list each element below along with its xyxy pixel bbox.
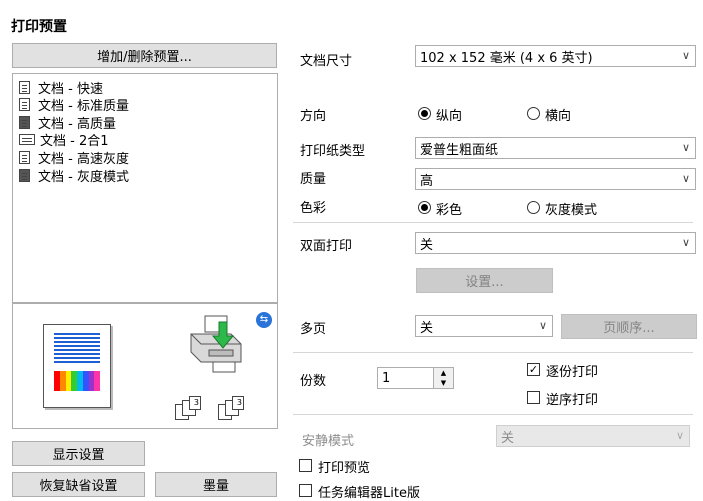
document-icon xyxy=(19,116,30,129)
collate-checkbox[interactable]: ✓ xyxy=(527,363,540,376)
preview-text-line xyxy=(54,341,100,343)
list-item[interactable]: 文档 - 2合1 xyxy=(19,131,109,149)
preview-text-line xyxy=(54,333,100,335)
chevron-down-icon: ∨ xyxy=(675,429,684,442)
paper-type-label: 打印纸类型 xyxy=(300,144,366,159)
ink-levels-button[interactable]: 墨量 xyxy=(155,472,277,497)
list-item[interactable]: 文档 - 高质量 xyxy=(19,114,116,132)
grayscale-option-label: 灰度模式 xyxy=(545,203,598,218)
document-icon xyxy=(19,169,30,182)
quality-label: 质量 xyxy=(300,172,327,187)
portrait-radio[interactable] xyxy=(418,107,431,120)
preview-text-line xyxy=(54,361,100,363)
add-remove-presets-button[interactable]: 增加/删除预置... xyxy=(12,43,277,68)
color-radio[interactable] xyxy=(418,201,431,214)
preview-text-line xyxy=(54,349,100,351)
preview-color-band xyxy=(94,371,100,391)
preview-text-line xyxy=(54,353,100,355)
print-preview-panel: ⇆ 3 3 xyxy=(12,303,278,429)
divider xyxy=(293,222,693,223)
collate-pages-icon: 3 xyxy=(175,396,211,420)
document-icon xyxy=(19,98,30,111)
copies-label: 份数 xyxy=(300,374,327,389)
duplex-settings-button[interactable]: 设置... xyxy=(416,268,553,293)
grayscale-radio[interactable] xyxy=(527,201,540,214)
print-preview-checkbox[interactable] xyxy=(299,459,312,472)
decrement-icon[interactable]: ▼ xyxy=(433,378,453,388)
preset-list[interactable]: 文档 - 快速 文档 - 标准质量 文档 - 高质量 文档 - 2合1 文档 -… xyxy=(12,73,278,303)
chevron-down-icon: ∨ xyxy=(538,319,547,332)
paper-size-label: 文档尺寸 xyxy=(300,54,353,69)
show-settings-button[interactable]: 显示设置 xyxy=(12,441,145,466)
reverse-order-label: 逆序打印 xyxy=(546,393,599,408)
portrait-label: 纵向 xyxy=(436,109,463,124)
copies-stepper[interactable]: 1 ▲ ▼ xyxy=(377,367,454,389)
list-item[interactable]: 文档 - 标准质量 xyxy=(19,96,129,114)
chevron-down-icon: ∨ xyxy=(681,49,690,62)
list-item[interactable]: 文档 - 快速 xyxy=(19,79,103,97)
paper-type-select[interactable]: 爱普生粗面纸 ∨ xyxy=(415,137,696,159)
quality-select[interactable]: 高 ∨ xyxy=(415,168,696,190)
restore-defaults-button[interactable]: 恢复缺省设置 xyxy=(12,472,145,497)
color-option-label: 彩色 xyxy=(436,203,463,218)
preview-text-line xyxy=(54,357,100,359)
multi-page-label: 多页 xyxy=(300,322,327,337)
multi-page-select[interactable]: 关 ∨ xyxy=(415,315,553,337)
page-order-button[interactable]: 页顺序... xyxy=(561,314,697,339)
quiet-mode-label: 安静模式 xyxy=(302,434,355,449)
page-title: 打印预置 xyxy=(11,19,67,35)
preview-text-line xyxy=(54,345,100,347)
list-item[interactable]: 文档 - 高速灰度 xyxy=(19,149,129,167)
landscape-radio[interactable] xyxy=(527,107,540,120)
chevron-down-icon: ∨ xyxy=(681,236,690,249)
duplex-select[interactable]: 关 ∨ xyxy=(415,232,696,254)
orientation-label: 方向 xyxy=(300,109,327,124)
landscape-label: 横向 xyxy=(545,109,572,124)
divider xyxy=(293,414,693,415)
document-icon xyxy=(19,151,30,164)
list-item[interactable]: 文档 - 灰度模式 xyxy=(19,167,129,185)
duplex-label: 双面打印 xyxy=(300,239,353,254)
color-label: 色彩 xyxy=(300,201,327,216)
document-icon xyxy=(19,81,30,94)
job-arranger-label: 任务编辑器Lite版 xyxy=(318,486,420,501)
two-up-document-icon xyxy=(19,134,35,145)
collate-label: 逐份打印 xyxy=(546,365,599,380)
chevron-down-icon: ∨ xyxy=(681,172,690,185)
paper-size-select[interactable]: 102 x 152 毫米 (4 x 6 英寸) ∨ xyxy=(415,45,696,67)
divider xyxy=(293,352,693,353)
job-arranger-checkbox[interactable] xyxy=(299,484,312,497)
swap-badge-icon: ⇆ xyxy=(256,312,272,328)
reverse-order-checkbox[interactable] xyxy=(527,391,540,404)
preview-text-line xyxy=(54,337,100,339)
chevron-down-icon: ∨ xyxy=(681,141,690,154)
quiet-mode-select[interactable]: 关 ∨ xyxy=(496,425,690,447)
print-preview-label: 打印预览 xyxy=(318,461,371,476)
collate-pages-icon: 3 xyxy=(218,396,254,420)
printer-icon xyxy=(190,315,242,373)
page-thumbnail xyxy=(43,324,111,408)
